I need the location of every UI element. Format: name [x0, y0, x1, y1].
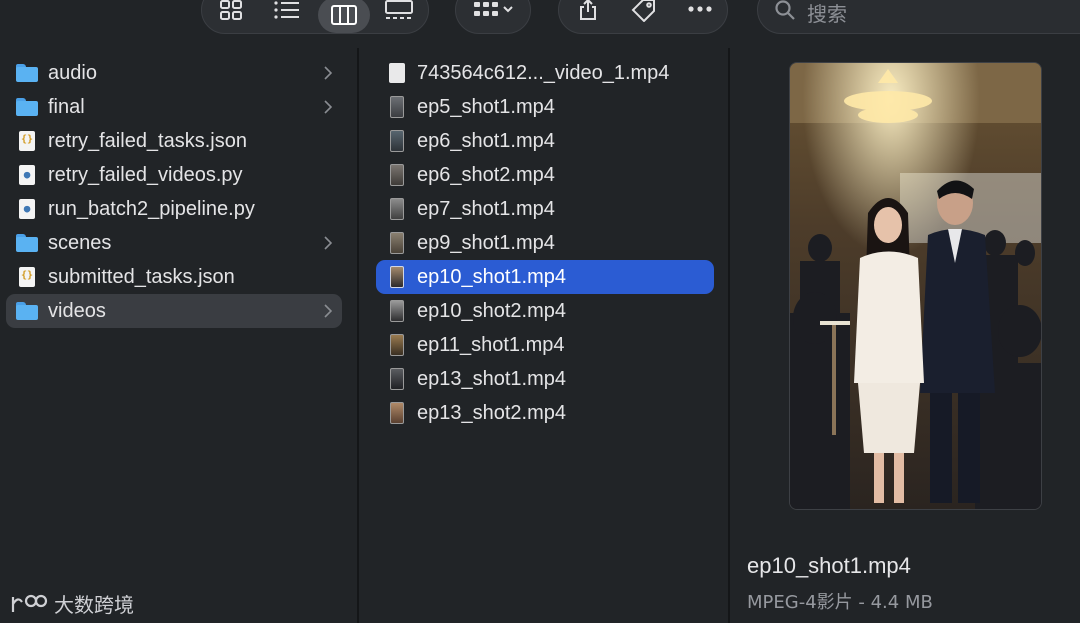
list-item-ep6-shot1[interactable]: ep6_shot1.mp4: [376, 124, 714, 158]
item-label: final: [48, 95, 85, 118]
list-icon: [274, 1, 299, 19]
video-thumbnail-icon: [390, 130, 404, 152]
item-label: retry_failed_tasks.json: [48, 129, 247, 152]
video-thumbnail-icon: [390, 266, 404, 288]
item-label: ep11_shot1.mp4: [417, 333, 565, 356]
item-label: ep6_shot2.mp4: [417, 163, 555, 186]
json-file-icon: {}: [19, 267, 35, 287]
python-file-icon: ●: [19, 165, 35, 185]
video-thumbnail-icon: [390, 198, 404, 220]
item-label: 743564c612..._video_1.mp4: [417, 61, 670, 84]
video-thumbnail-icon: [390, 368, 404, 390]
preview-file-meta: MPEG-4影片 - 4.4 MB: [747, 592, 933, 613]
chevron-right-icon: [324, 66, 332, 80]
watermark-logo-icon: [11, 594, 48, 612]
list-item-ep10-shot1[interactable]: ep10_shot1.mp4: [376, 260, 714, 294]
list-item-video-1[interactable]: 743564c612..._video_1.mp4: [376, 56, 714, 90]
list-item-final[interactable]: final: [6, 90, 342, 124]
generic-file-icon: [389, 63, 405, 83]
item-label: submitted_tasks.json: [48, 265, 235, 288]
grid-icon: [220, 0, 242, 20]
gallery-icon: [385, 0, 413, 19]
list-item-ep13-shot1[interactable]: ep13_shot1.mp4: [376, 362, 714, 396]
folder-icon: [16, 98, 38, 116]
column-view-button[interactable]: [318, 0, 370, 33]
chevron-right-icon: [324, 304, 332, 318]
list-item-ep10-shot2[interactable]: ep10_shot2.mp4: [376, 294, 714, 328]
group-grid-icon: [474, 2, 513, 16]
item-label: ep10_shot1.mp4: [417, 265, 567, 288]
video-thumbnail-icon: [390, 334, 404, 356]
chevron-right-icon: [324, 100, 332, 114]
item-label: videos: [48, 299, 106, 322]
search-icon: [775, 0, 795, 20]
actions-segment: [558, 0, 728, 34]
item-label: ep6_shot1.mp4: [417, 129, 555, 152]
chevron-down-icon: [503, 6, 513, 13]
list-item-videos[interactable]: videos: [6, 294, 342, 328]
video-frame-image: [790, 63, 1041, 509]
search-placeholder: 搜索: [807, 2, 847, 26]
list-item-ep6-shot2[interactable]: ep6_shot2.mp4: [376, 158, 714, 192]
json-file-icon: {}: [19, 131, 35, 151]
video-thumbnail-icon: [390, 164, 404, 186]
list-item-audio[interactable]: audio: [6, 56, 342, 90]
list-item-run-batch2-pipeline[interactable]: ● run_batch2_pipeline.py: [6, 192, 342, 226]
column-divider[interactable]: [728, 48, 730, 623]
view-mode-segment: [201, 0, 429, 34]
list-item-ep9-shot1[interactable]: ep9_shot1.mp4: [376, 226, 714, 260]
list-item-ep5-shot1[interactable]: ep5_shot1.mp4: [376, 90, 714, 124]
video-thumbnail-icon: [390, 402, 404, 424]
list-item-ep11-shot1[interactable]: ep11_shot1.mp4: [376, 328, 714, 362]
list-item-ep13-shot2[interactable]: ep13_shot2.mp4: [376, 396, 714, 430]
item-label: run_batch2_pipeline.py: [48, 197, 255, 220]
watermark: 大数跨境: [10, 589, 134, 618]
item-label: ep13_shot1.mp4: [417, 367, 567, 390]
video-thumbnail-icon: [390, 96, 404, 118]
share-icon: [580, 0, 596, 20]
group-segment: [455, 0, 531, 34]
finder-window: 搜索 audio final {} retry_failed_tasks.jso…: [0, 0, 1080, 623]
more-button[interactable]: [675, 0, 725, 21]
chevron-right-icon: [324, 236, 332, 250]
preview-file-name: ep10_shot1.mp4: [747, 553, 911, 578]
video-thumbnail-icon: [390, 232, 404, 254]
item-label: ep7_shot1.mp4: [417, 197, 555, 220]
preview-thumbnail[interactable]: [789, 62, 1042, 510]
columns-icon: [331, 5, 357, 25]
video-thumbnail-icon: [390, 300, 404, 322]
list-view-button[interactable]: [262, 0, 312, 21]
icon-view-button[interactable]: [207, 0, 257, 21]
item-label: ep5_shot1.mp4: [417, 95, 555, 118]
list-item-retry-failed-videos[interactable]: ● retry_failed_videos.py: [6, 158, 342, 192]
list-item-submitted-tasks[interactable]: {} submitted_tasks.json: [6, 260, 342, 294]
watermark-text: 大数跨境: [54, 593, 134, 617]
folder-icon: [16, 302, 38, 320]
tag-icon: [631, 0, 655, 22]
group-menu-button[interactable]: [466, 0, 522, 21]
python-file-icon: ●: [19, 199, 35, 219]
item-label: ep9_shot1.mp4: [417, 231, 555, 254]
share-button[interactable]: [563, 0, 613, 21]
ellipsis-icon: [688, 6, 712, 12]
folder-icon: [16, 234, 38, 252]
list-item-ep7-shot1[interactable]: ep7_shot1.mp4: [376, 192, 714, 226]
toolbar: 搜索: [0, 0, 1080, 44]
search-field[interactable]: 搜索: [757, 0, 1080, 34]
column-divider[interactable]: [357, 48, 359, 623]
folder-icon: [16, 64, 38, 82]
item-label: retry_failed_videos.py: [48, 163, 243, 186]
tag-button[interactable]: [619, 0, 669, 22]
list-item-retry-failed-tasks[interactable]: {} retry_failed_tasks.json: [6, 124, 342, 158]
list-item-scenes[interactable]: scenes: [6, 226, 342, 260]
item-label: scenes: [48, 231, 112, 254]
gallery-view-button[interactable]: [374, 0, 424, 21]
item-label: audio: [48, 61, 97, 84]
item-label: ep13_shot2.mp4: [417, 401, 567, 424]
item-label: ep10_shot2.mp4: [417, 299, 567, 322]
